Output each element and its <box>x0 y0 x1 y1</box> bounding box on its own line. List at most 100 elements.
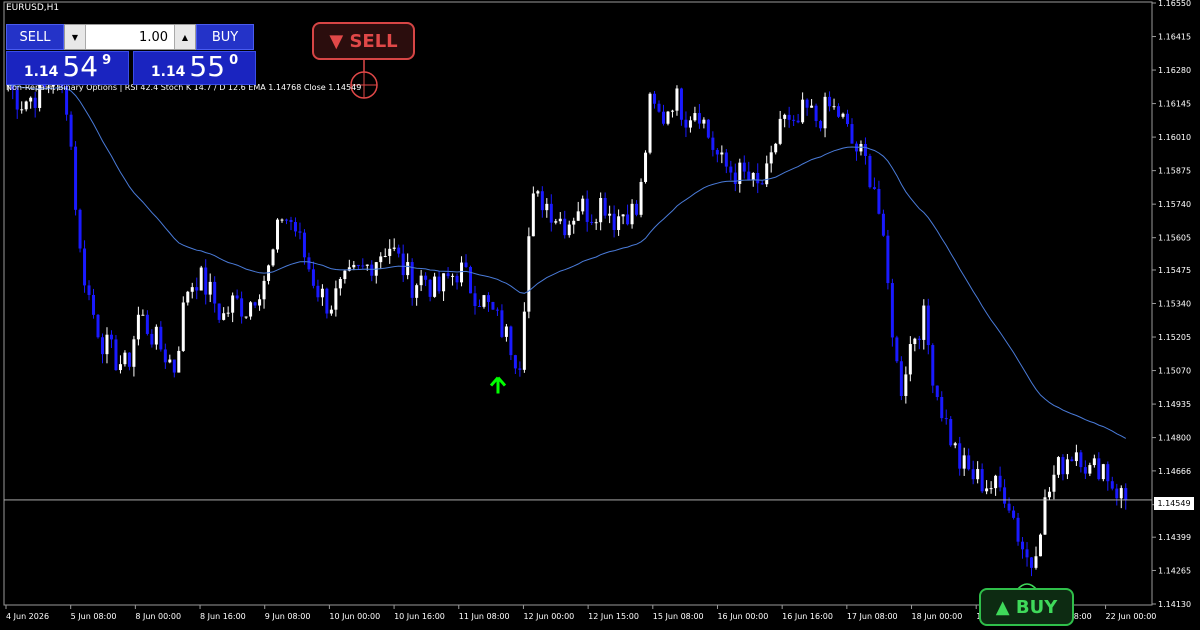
candle-body <box>989 488 993 490</box>
candle-body <box>819 121 823 129</box>
candle-body <box>931 345 935 386</box>
buy-button[interactable]: BUY <box>196 24 254 50</box>
candle-body <box>1074 452 1078 462</box>
candle-body <box>832 106 836 108</box>
y-tick-label: 1.15340 <box>1158 300 1191 309</box>
candle-body <box>316 285 320 298</box>
candle-body <box>1047 491 1051 498</box>
y-tick-label: 1.14935 <box>1158 400 1191 409</box>
candle-body <box>962 455 966 469</box>
x-tick-label: 16 Jun 16:00 <box>782 612 833 621</box>
candle-body <box>352 264 356 268</box>
candle-body <box>917 338 921 340</box>
candle-body <box>814 105 818 122</box>
candle-body <box>747 171 751 181</box>
candle-body <box>720 152 724 155</box>
plot-frame <box>3 1 1153 606</box>
candle-body <box>787 114 791 120</box>
candle-body <box>769 152 773 164</box>
candle-body <box>509 326 513 356</box>
candle-body <box>872 187 876 189</box>
candle-body <box>801 99 805 123</box>
sell-price-super: 9 <box>102 53 112 68</box>
candle-body <box>365 264 369 266</box>
candle-body <box>141 314 145 316</box>
candle-body <box>379 256 383 263</box>
candle-body <box>913 338 917 345</box>
increase-lot-icon[interactable]: ▲ <box>174 25 195 49</box>
candle-body <box>944 418 948 420</box>
decrease-lot-icon[interactable]: ▼ <box>65 25 86 49</box>
y-tick-label: 1.15875 <box>1158 167 1191 176</box>
x-tick-label: 8 Jun 16:00 <box>200 612 246 621</box>
candle-body <box>397 247 401 254</box>
candle-body <box>491 301 495 310</box>
candle-body <box>967 455 971 470</box>
candle-body <box>253 302 257 306</box>
candle-body <box>998 475 1002 488</box>
candle-body <box>145 314 149 334</box>
candle-body <box>576 211 580 221</box>
candle-body <box>715 149 719 155</box>
x-tick-label: 5 Jun 08:00 <box>71 612 117 621</box>
candle-body <box>118 364 122 371</box>
candle-body <box>756 173 760 184</box>
candle-body <box>976 469 980 480</box>
candle-body <box>841 113 845 117</box>
candle-body <box>545 203 549 211</box>
candle-body <box>486 295 490 302</box>
candle-body <box>78 209 82 249</box>
sell-button[interactable]: SELL <box>6 24 64 50</box>
price-chart[interactable]: 1.16550 1.16415 1.16280 1.16145 1.16010 1.158… <box>0 0 1200 630</box>
candle-body <box>271 249 275 266</box>
candle-body <box>1092 458 1096 466</box>
candle-body <box>653 93 657 104</box>
candle-body <box>603 198 607 216</box>
sell-signal-badge: ▼ SELL <box>312 22 415 60</box>
candle-body <box>109 334 113 340</box>
candle-body <box>859 143 863 152</box>
candle-body <box>724 152 728 167</box>
sell-price-big-figure: 1.14 <box>23 64 59 80</box>
candle-body <box>796 120 800 123</box>
candle-body <box>940 396 944 419</box>
candle-body <box>778 118 782 144</box>
candle-body <box>451 275 455 277</box>
candle-body <box>1119 488 1123 499</box>
candle-body <box>262 280 266 300</box>
candle-body <box>276 219 280 250</box>
candle-body <box>895 337 899 362</box>
candle-body <box>1115 488 1119 499</box>
candle-body <box>949 418 953 446</box>
candle-body <box>199 267 203 291</box>
candle-body <box>536 191 540 194</box>
buy-arrow-icon <box>489 376 507 394</box>
candle-body <box>729 166 733 173</box>
candle-body <box>370 264 374 276</box>
candle-body <box>96 314 100 338</box>
candle-body <box>127 352 131 367</box>
buy-price-box[interactable]: 1.14 55 0 <box>133 51 256 85</box>
candle-body <box>563 218 567 236</box>
lot-input[interactable]: 1.00 <box>86 30 174 45</box>
buy-signal-badge: ▲ BUY <box>979 588 1074 626</box>
candle-body <box>388 248 392 256</box>
lot-stepper[interactable]: ▼ 1.00 ▲ <box>64 24 196 50</box>
candle-body <box>522 311 526 370</box>
candle-body <box>846 113 849 125</box>
candle-body <box>24 101 28 110</box>
y-tick-label: 1.14800 <box>1158 434 1191 443</box>
x-tick-label: 15 Jun 08:00 <box>653 612 704 621</box>
candle-body <box>549 203 553 223</box>
sell-price-box[interactable]: 1.14 54 9 <box>6 51 129 85</box>
candle-body <box>172 359 176 373</box>
candle-body <box>307 257 311 270</box>
candle-body <box>765 163 769 185</box>
buy-price-main: 55 <box>189 50 226 83</box>
sell-price-main: 54 <box>62 50 99 83</box>
candle-body <box>311 269 315 286</box>
candle-body <box>136 314 140 340</box>
candle-body <box>482 295 486 307</box>
candle-body <box>661 111 665 124</box>
candle-body <box>1083 467 1087 474</box>
